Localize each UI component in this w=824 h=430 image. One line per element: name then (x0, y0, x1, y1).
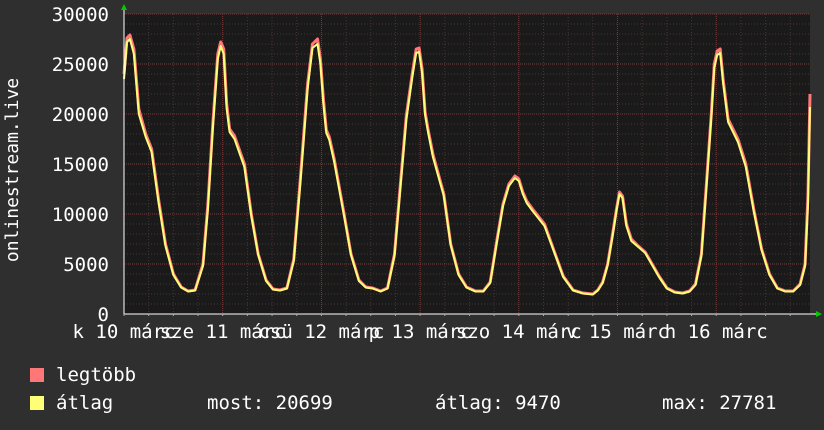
stat-max: max: 27781 (662, 392, 776, 414)
x-tick-label: v 15 márc (566, 321, 669, 343)
stat-avg-label: átlag: (435, 392, 504, 414)
legend-item-avg: átlag (30, 392, 113, 414)
y-axis-label: onlinestream.live (2, 78, 23, 262)
y-tick-labels: 050001000015000200002500030000 (52, 4, 109, 326)
y-tick-label: 30000 (52, 4, 109, 26)
x-tick-label: szo 14 márc (456, 321, 582, 343)
y-tick-label: 20000 (52, 104, 109, 126)
legend-label-avg: átlag (56, 392, 114, 414)
stat-avg-value: 9470 (515, 392, 561, 414)
y-tick-label: 5000 (63, 254, 109, 276)
stat-now: most: 20699 (207, 392, 333, 414)
y-tick-label: 25000 (52, 54, 109, 76)
x-tick-labels: k 10 márcsze 11 márccsü 12 márcp 13 márc… (73, 321, 768, 343)
x-axis-arrow (816, 311, 822, 317)
stat-now-label: most: (207, 392, 265, 414)
x-tick-label: h 16 márc (665, 321, 768, 343)
y-tick-label: 10000 (52, 204, 109, 226)
stat-max-value: 27781 (719, 392, 777, 414)
y-tick-label: 15000 (52, 154, 109, 176)
legend-swatch-max (30, 368, 44, 382)
legend-label-max: legtöbb (56, 364, 137, 386)
x-tick-label: csü 12 márc (258, 321, 384, 343)
legend-item-max: legtöbb (30, 364, 136, 386)
y-axis-arrow (121, 4, 127, 10)
stat-avg: átlag: 9470 (435, 392, 561, 414)
stat-max-label: max: (662, 392, 708, 414)
legend-swatch-avg (30, 396, 44, 410)
stat-now-value: 20699 (275, 392, 333, 414)
